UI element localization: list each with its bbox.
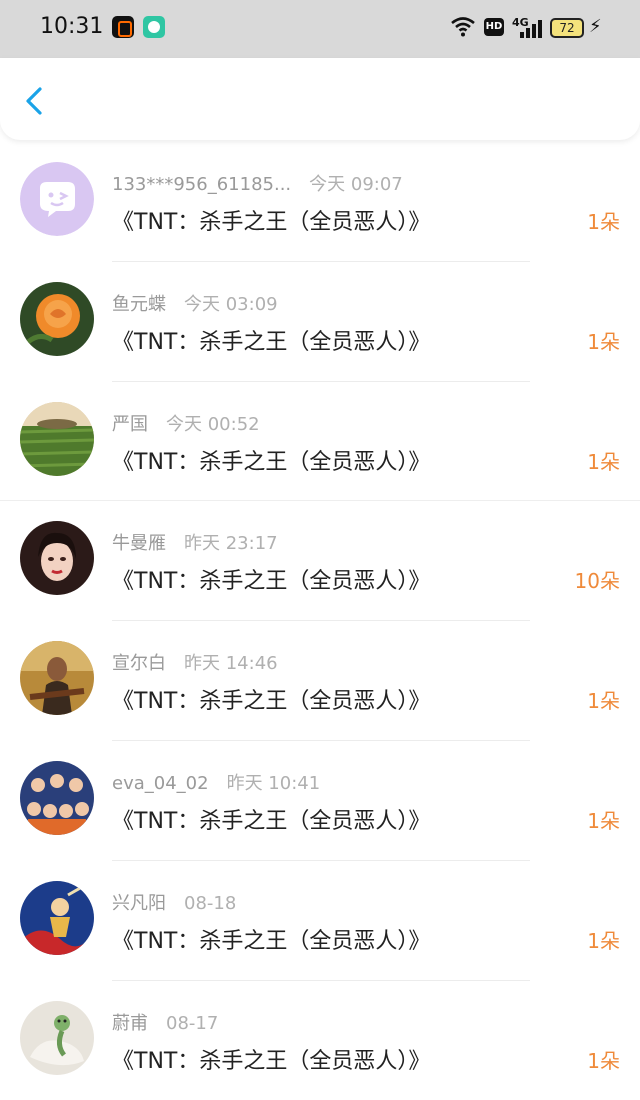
quantity: 1朵 xyxy=(587,808,620,833)
entry-meta: eva_04_02 昨天 10:41 xyxy=(112,769,320,795)
entry-meta: 牛曼雁 昨天 23:17 xyxy=(112,529,278,555)
quantity: 10朵 xyxy=(574,569,620,594)
quantity: 1朵 xyxy=(587,210,620,234)
chevron-left-icon[interactable] xyxy=(22,86,48,116)
list-item[interactable]: 133***956_61185... 今天 09:07 《TNT：杀手之王（全员恶… xyxy=(0,142,640,262)
entry-meta: 133***956_61185... 今天 09:07 xyxy=(112,170,403,196)
quantity: 1朵 xyxy=(587,329,620,354)
work-title: 《TNT：杀手之王（全员恶人）》 xyxy=(112,689,431,715)
entry-meta: 兴凡阳 08-18 xyxy=(112,889,236,915)
quantity: 1朵 xyxy=(587,449,620,474)
work-title: 《TNT：杀手之王（全员恶人）》 xyxy=(112,449,431,475)
avatar[interactable] xyxy=(20,162,94,236)
status-bar: 10:31 HD 4G 72 ⚡ xyxy=(0,0,640,58)
chat-app-icon xyxy=(143,16,165,38)
username: 蔚甫 xyxy=(112,1012,148,1034)
timestamp: 今天 03:09 xyxy=(184,293,278,315)
work-title: 《TNT：杀手之王（全员恶人）》 xyxy=(112,808,431,834)
wifi-icon xyxy=(451,17,475,37)
work-title: 《TNT：杀手之王（全员恶人）》 xyxy=(112,210,431,235)
list-item[interactable]: 宣尔白 昨天 14:46 《TNT：杀手之王（全员恶人）》 1朵 xyxy=(0,621,640,741)
charging-icon: ⚡ xyxy=(589,16,602,37)
work-title: 《TNT：杀手之王（全员恶人）》 xyxy=(112,569,431,595)
username: eva_04_02 xyxy=(112,772,209,794)
work-title: 《TNT：杀手之王（全员恶人）》 xyxy=(112,1048,431,1074)
username: 鱼元蝶 xyxy=(112,293,166,315)
hd-badge: HD xyxy=(484,18,504,36)
battery-icon: 72 xyxy=(550,18,584,38)
entry-meta: 蔚甫 08-17 xyxy=(112,1009,218,1035)
avatar[interactable] xyxy=(20,281,94,356)
gift-record-list: 133***956_61185... 今天 09:07 《TNT：杀手之王（全员恶… xyxy=(0,142,640,1100)
avatar[interactable] xyxy=(20,760,94,835)
timestamp: 昨天 10:41 xyxy=(226,772,321,794)
quantity: 1朵 xyxy=(587,689,620,714)
status-time: 10:31 xyxy=(40,14,104,39)
username: 牛曼雁 xyxy=(112,533,166,555)
list-item[interactable]: eva_04_02 昨天 10:41 《TNT：杀手之王（全员恶人）》 1朵 xyxy=(0,741,640,861)
avatar[interactable] xyxy=(20,521,94,596)
list-item[interactable]: 鱼元蝶 今天 03:09 《TNT：杀手之王（全员恶人）》 1朵 xyxy=(0,262,640,382)
work-title: 《TNT：杀手之王（全员恶人）》 xyxy=(112,329,431,355)
quantity: 1朵 xyxy=(587,928,620,953)
username: 133***956_61185... xyxy=(112,174,292,195)
list-item[interactable]: 严国 今天 00:52 《TNT：杀手之王（全员恶人）》 1朵 xyxy=(0,382,640,502)
avatar[interactable] xyxy=(20,641,94,716)
entry-meta: 鱼元蝶 今天 03:09 xyxy=(112,290,278,316)
timestamp: 昨天 14:46 xyxy=(184,653,278,675)
username: 兴凡阳 xyxy=(112,892,166,914)
work-title: 《TNT：杀手之王（全员恶人）》 xyxy=(112,928,431,954)
signal-icon xyxy=(520,20,544,38)
entry-meta: 宣尔白 昨天 14:46 xyxy=(112,649,278,675)
username: 严国 xyxy=(112,413,148,435)
timestamp: 08-18 xyxy=(184,892,237,914)
list-item[interactable]: 牛曼雁 昨天 23:17 《TNT：杀手之王（全员恶人）》 10朵 xyxy=(0,501,640,622)
avatar[interactable] xyxy=(20,401,94,476)
list-item[interactable]: 兴凡阳 08-18 《TNT：杀手之王（全员恶人）》 1朵 xyxy=(0,861,640,981)
timestamp: 今天 09:07 xyxy=(309,174,403,195)
entry-meta: 严国 今天 00:52 xyxy=(112,410,260,436)
timestamp: 昨天 23:17 xyxy=(184,533,278,555)
avatar[interactable] xyxy=(20,1000,94,1075)
timestamp: 今天 00:52 xyxy=(166,413,260,435)
list-item[interactable]: 蔚甫 08-17 《TNT：杀手之王（全员恶人）》 1朵 xyxy=(0,981,640,1100)
top-app-bar xyxy=(0,58,640,140)
avatar[interactable] xyxy=(20,880,94,955)
notification-app-icon xyxy=(112,16,134,38)
timestamp: 08-17 xyxy=(166,1012,219,1034)
quantity: 1朵 xyxy=(587,1048,620,1073)
username: 宣尔白 xyxy=(112,653,166,675)
